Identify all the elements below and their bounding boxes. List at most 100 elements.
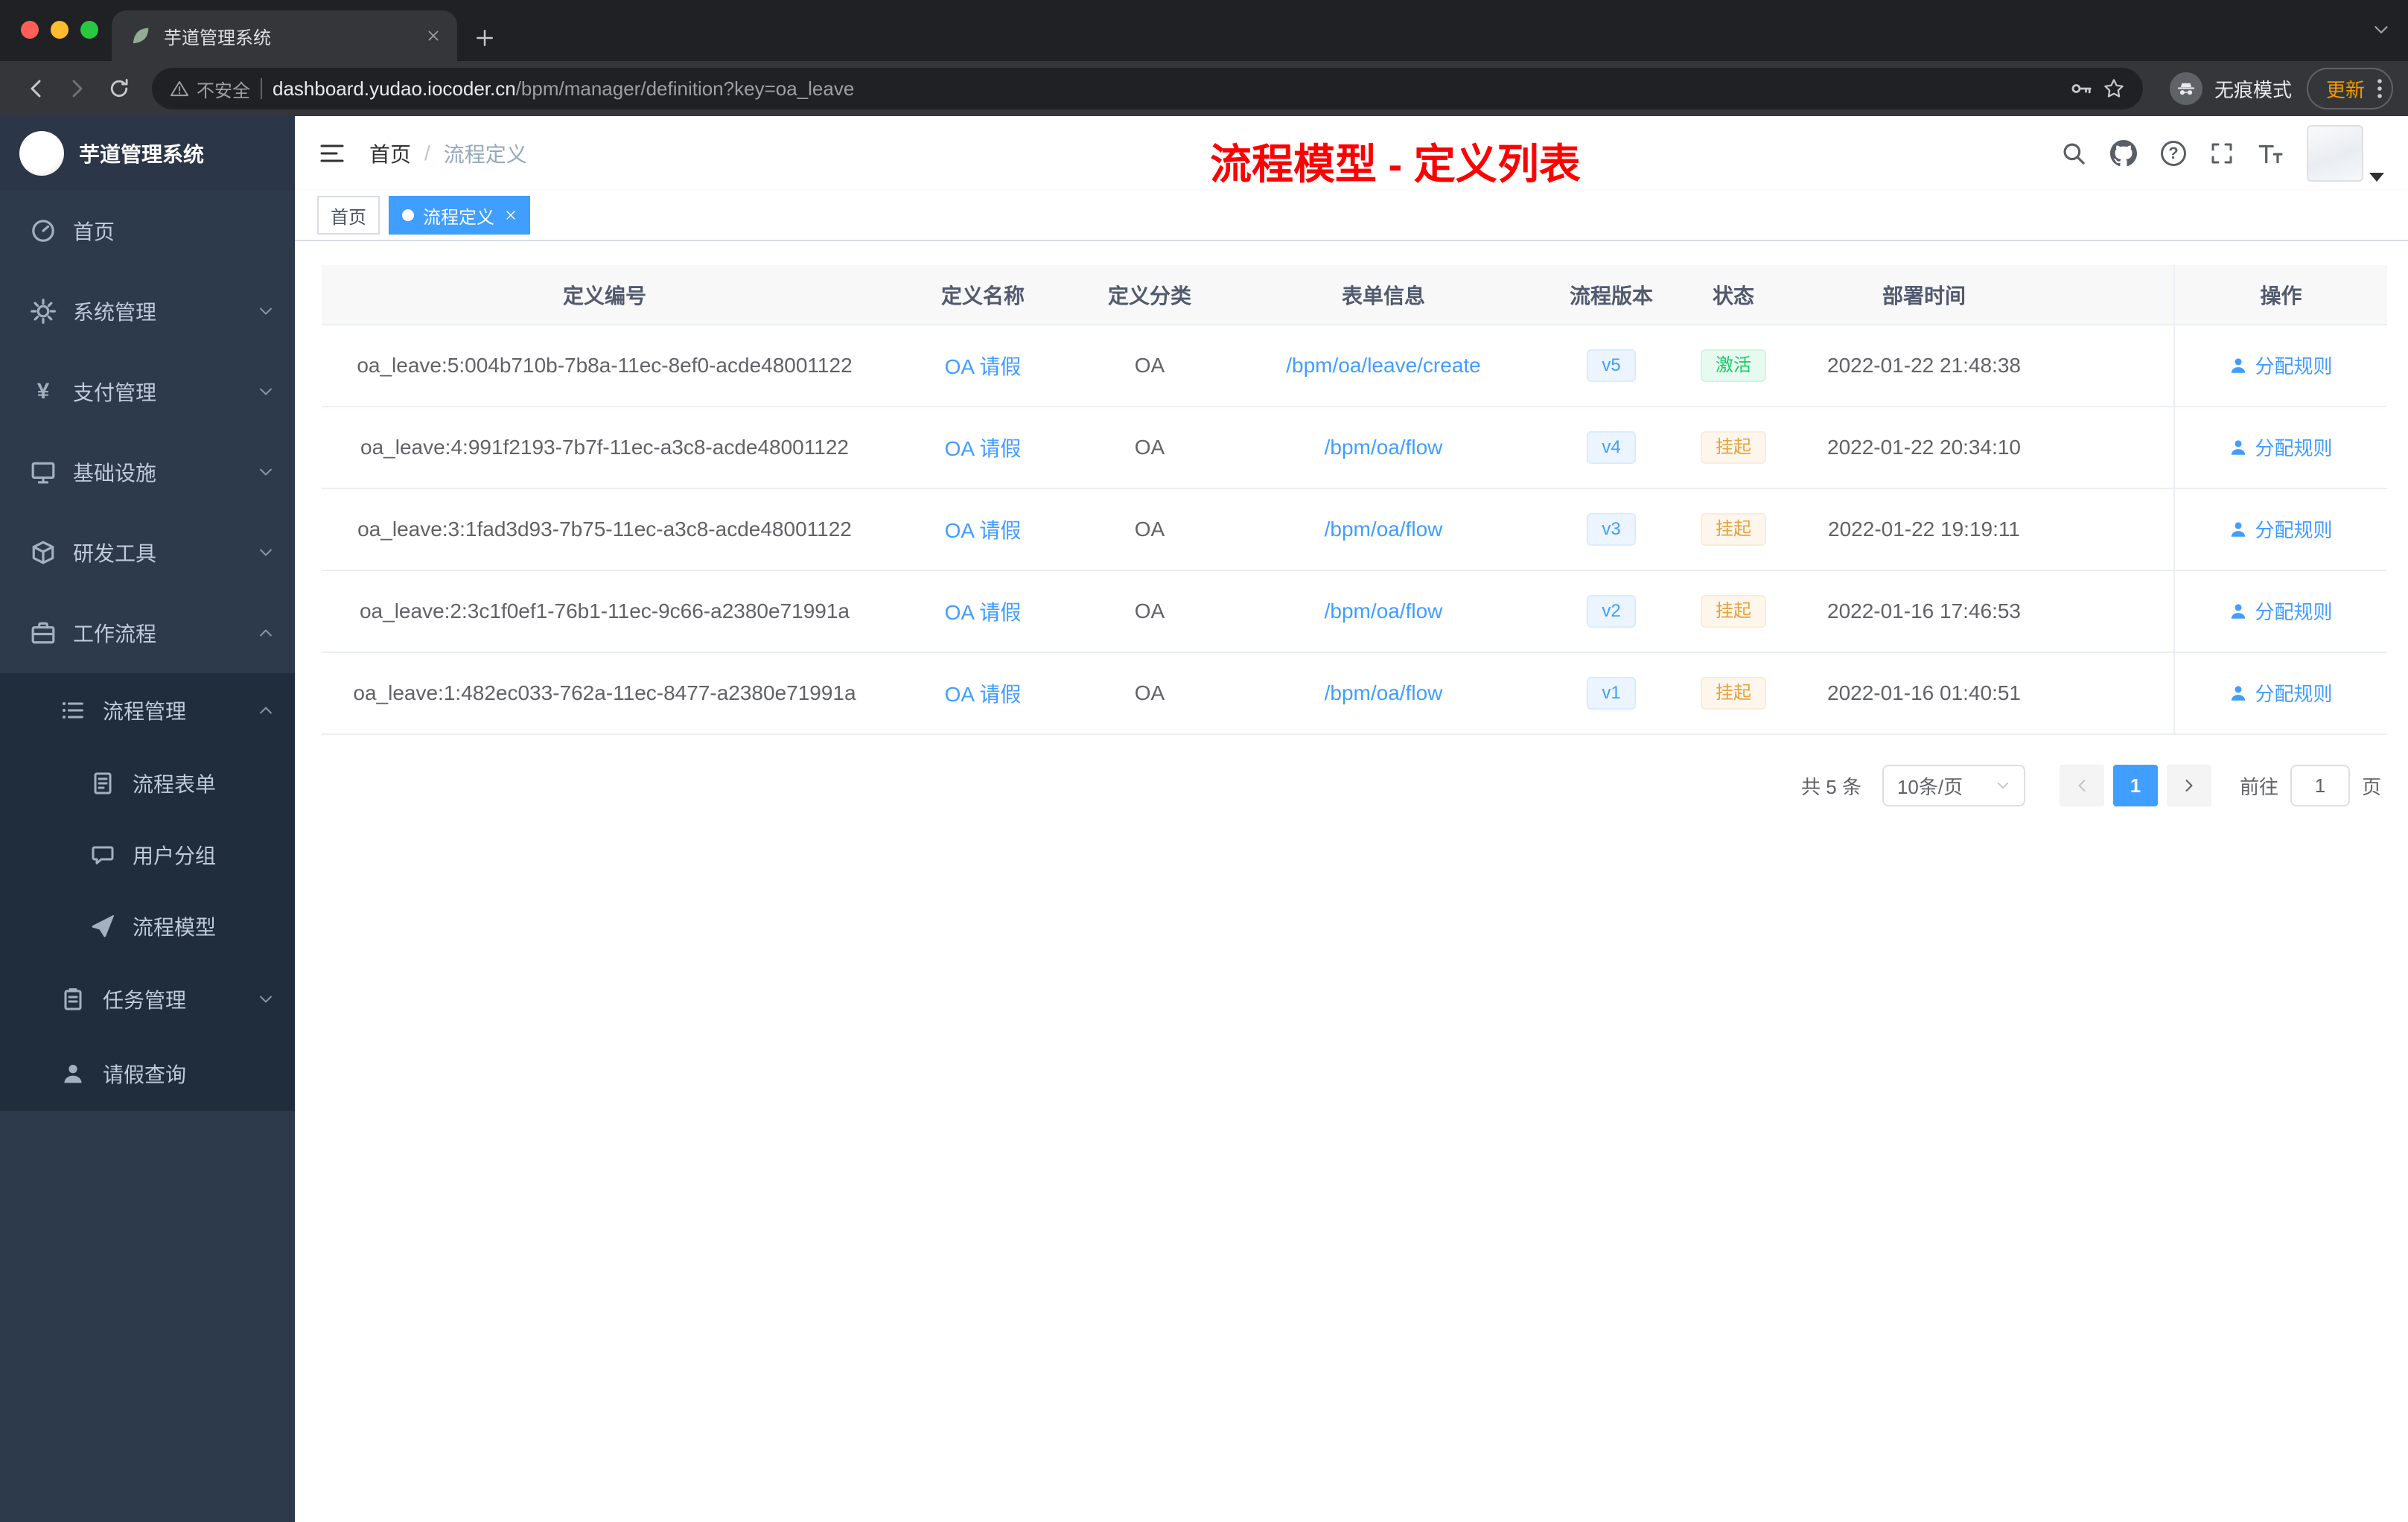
incognito-indicator: 无痕模式	[2169, 72, 2292, 105]
zoom-window-button[interactable]	[80, 21, 98, 39]
sidebar: 芋道管理系统 首页 系统管理 ¥ 支付管理 基础设施 研发工具 工作流程 流程管…	[0, 116, 295, 1522]
browser-menu-kebab-icon[interactable]	[2377, 77, 2383, 101]
forward-icon[interactable]	[57, 68, 98, 109]
github-icon[interactable]	[2110, 140, 2137, 167]
assign-rule-link[interactable]: 分配规则	[2229, 351, 2333, 379]
definition-id: oa_leave:1:482ec033-762a-11ec-8477-a2380…	[322, 652, 888, 735]
table-body: oa_leave:5:004b710b-7b8a-11ec-8ef0-acde4…	[322, 325, 2387, 735]
sidebar-item-devtools[interactable]: 研发工具	[0, 512, 295, 593]
breadcrumb-home[interactable]: 首页	[369, 138, 411, 168]
definition-name-link[interactable]: OA 请假	[945, 355, 1022, 378]
tab-close-icon[interactable]	[421, 24, 445, 48]
new-tab-button[interactable]	[475, 28, 494, 48]
pagination-total: 共 5 条	[1801, 775, 1861, 798]
briefcase-icon	[30, 620, 57, 646]
col-form-info: 表单信息	[1221, 265, 1546, 325]
site-favicon-icon	[130, 25, 152, 47]
sidebar-item-home[interactable]: 首页	[0, 191, 295, 271]
fullscreen-icon[interactable]	[2210, 141, 2234, 165]
active-tag-dot	[402, 209, 414, 221]
user-icon	[2232, 522, 2246, 537]
update-chip[interactable]: 更新	[2306, 68, 2393, 109]
form-info-link[interactable]: /bpm/oa/flow	[1325, 436, 1443, 459]
tab-search-caret-icon[interactable]	[2372, 21, 2390, 39]
header-actions: ?	[2061, 125, 2384, 182]
chevron-down-icon	[258, 383, 274, 400]
sidebar-item-user-group[interactable]: 用户分组	[0, 819, 295, 891]
chevron-down-icon	[258, 464, 274, 480]
app-logo[interactable]: 芋道管理系统	[0, 116, 295, 191]
sidebar-item-leave-query[interactable]: 请假查询	[0, 1037, 295, 1111]
reload-icon[interactable]	[98, 68, 140, 109]
document-icon	[89, 771, 116, 795]
update-label: 更新	[2325, 78, 2365, 101]
bookmark-star-icon[interactable]	[2103, 77, 2125, 100]
page-number-button[interactable]: 1	[2112, 765, 2158, 806]
sidebar-item-process-form[interactable]: 流程表单	[0, 748, 295, 819]
back-icon[interactable]	[15, 68, 57, 109]
status-badge: 挂起	[1701, 431, 1766, 464]
tab-title: 芋道管理系统	[164, 28, 271, 48]
definition-name-link[interactable]: OA 请假	[945, 683, 1022, 706]
chevron-down-icon	[1995, 778, 2010, 793]
help-icon[interactable]: ?	[2161, 141, 2186, 166]
password-key-icon[interactable]	[2070, 77, 2092, 100]
security-label: 不安全	[197, 80, 250, 101]
definition-name-link[interactable]: OA 请假	[945, 601, 1022, 624]
user-avatar[interactable]	[2307, 125, 2384, 182]
chevron-down-icon	[258, 303, 274, 319]
prev-page-button[interactable]	[2059, 765, 2104, 806]
page-content: 定义编号 定义名称 定义分类 表单信息 流程版本 状态 部署时间 操作 oa_l…	[295, 241, 2408, 1522]
annotation-title: 流程模型 - 定义列表	[1210, 141, 1581, 188]
sidebar-item-payment[interactable]: ¥ 支付管理	[0, 351, 295, 432]
assign-rule-link[interactable]: 分配规则	[2229, 433, 2333, 461]
form-info-link[interactable]: /bpm/oa/leave/create	[1286, 354, 1481, 377]
assign-rule-link[interactable]: 分配规则	[2229, 515, 2333, 543]
version-badge: v1	[1587, 677, 1636, 710]
sidebar-item-process-mgmt[interactable]: 流程管理	[0, 673, 295, 748]
definition-category: OA	[1078, 407, 1221, 489]
definition-category: OA	[1078, 570, 1221, 653]
goto-page-input[interactable]	[2290, 765, 2350, 806]
sidebar-item-task-mgmt[interactable]: 任务管理	[0, 962, 295, 1037]
search-icon[interactable]	[2061, 141, 2086, 166]
form-info-link[interactable]: /bpm/oa/flow	[1325, 681, 1443, 704]
assign-rule-link[interactable]: 分配规则	[2229, 597, 2333, 625]
definition-name-link[interactable]: OA 请假	[945, 519, 1022, 542]
definition-name-link[interactable]: OA 请假	[945, 437, 1022, 460]
sidebar-collapse-icon[interactable]	[319, 140, 345, 167]
minimize-window-button[interactable]	[51, 21, 69, 39]
tag-process-definition[interactable]: 流程定义	[389, 196, 530, 235]
sidebar-item-process-model[interactable]: 流程模型	[0, 891, 295, 962]
sidebar-menu: 首页 系统管理 ¥ 支付管理 基础设施 研发工具 工作流程 流程管理 流程表单 …	[0, 191, 295, 1111]
avatar-image	[2307, 125, 2363, 182]
form-info-link[interactable]: /bpm/oa/flow	[1325, 599, 1443, 623]
pagination: 共 5 条 10条/页 1 前往 1 页	[322, 765, 2381, 806]
pager: 1	[2055, 765, 2216, 806]
security-warning[interactable]: 不安全	[170, 76, 250, 102]
assign-rule-link[interactable]: 分配规则	[2229, 679, 2333, 707]
col-deploy-time: 部署时间	[1790, 265, 2058, 325]
sidebar-item-workflow[interactable]: 工作流程	[0, 593, 295, 673]
browser-tab[interactable]: 芋道管理系统	[112, 10, 457, 61]
sidebar-item-system[interactable]: 系统管理	[0, 271, 295, 351]
gear-icon	[30, 299, 57, 324]
tag-home[interactable]: 首页	[317, 196, 380, 235]
table-row: oa_leave:5:004b710b-7b8a-11ec-8ef0-acde4…	[322, 325, 2387, 407]
sidebar-item-infrastructure[interactable]: 基础设施	[0, 432, 295, 512]
version-badge: v5	[1587, 349, 1636, 382]
version-badge: v2	[1587, 595, 1636, 628]
status-badge: 激活	[1701, 349, 1766, 382]
definition-id: oa_leave:5:004b710b-7b8a-11ec-8ef0-acde4…	[322, 325, 888, 407]
definition-id: oa_leave:4:991f2193-7b7f-11ec-a3c8-acde4…	[322, 407, 888, 489]
form-info-link[interactable]: /bpm/oa/flow	[1325, 518, 1443, 541]
tag-close-icon[interactable]	[505, 209, 517, 221]
next-page-button[interactable]	[2166, 765, 2211, 806]
workflow-submenu: 流程管理 流程表单 用户分组 流程模型 任务管理 请假查询	[0, 673, 295, 1111]
font-size-icon[interactable]	[2258, 141, 2283, 166]
incognito-icon	[2169, 72, 2202, 105]
close-window-button[interactable]	[21, 21, 39, 39]
filler-cell	[2058, 652, 2174, 735]
page-size-select[interactable]: 10条/页	[1882, 765, 2025, 806]
url-bar[interactable]: 不安全 dashboard.yudao.iocoder.cn/bpm/manag…	[152, 68, 2143, 109]
